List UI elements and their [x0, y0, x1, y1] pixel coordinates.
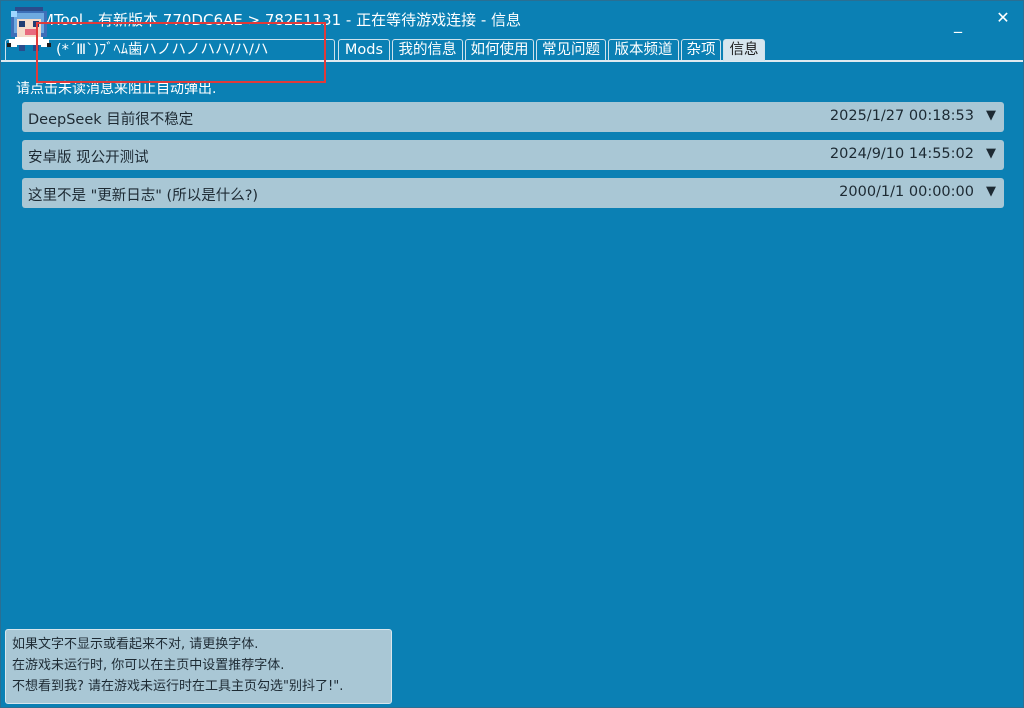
tab-info[interactable]: 信息	[723, 39, 765, 61]
tip-line-2: 在游戏未运行时, 你可以在主页中设置推荐字体.	[12, 658, 285, 673]
tab-misc[interactable]: 杂项	[681, 39, 721, 60]
minimize-button[interactable]: _	[939, 5, 979, 33]
tab-version-channel[interactable]: 版本频道	[608, 39, 679, 60]
unread-hint: 请点击未读消息来阻止自动弹出.	[16, 81, 217, 97]
tab-emote[interactable]: (*´Ⅲ`)ﾌﾞﾍﾑ歯ハノハノハハ/ハ/ハ	[5, 39, 335, 60]
window-title: MTool - 有新版本 770DC6AE > 782E1131 - 正在等待游…	[41, 11, 522, 29]
expand-arrow-icon[interactable]: ▼	[986, 184, 996, 199]
expand-arrow-icon[interactable]: ▼	[986, 108, 996, 123]
message-time: 2000/1/1 00:00:00	[839, 184, 974, 200]
message-title: 这里不是 "更新日志" (所以是什么?)	[28, 188, 259, 204]
message-time: 2025/1/27 00:18:53	[829, 108, 974, 124]
close-button[interactable]: ✕	[983, 5, 1023, 31]
minimize-icon: _	[954, 14, 962, 33]
message-row[interactable]: 这里不是 "更新日志" (所以是什么?) 2000/1/1 00:00:00 ▼	[22, 178, 1004, 208]
tab-faq[interactable]: 常见问题	[536, 39, 606, 60]
tab-my-info[interactable]: 我的信息	[392, 39, 463, 60]
message-title: DeepSeek 目前很不稳定	[28, 112, 194, 128]
title-bar[interactable]: MTool - 有新版本 770DC6AE > 782E1131 - 正在等待游…	[1, 1, 1023, 36]
tab-underline	[1, 60, 1023, 62]
mtool-window: MTool - 有新版本 770DC6AE > 782E1131 - 正在等待游…	[0, 0, 1024, 708]
close-icon: ✕	[996, 8, 1010, 27]
expand-arrow-icon[interactable]: ▼	[986, 146, 996, 161]
message-row[interactable]: 安卓版 现公开测试 2024/9/10 14:55:02 ▼	[22, 140, 1004, 170]
tab-mods[interactable]: Mods	[338, 39, 390, 60]
tip-line-3: 不想看到我? 请在游戏未运行时在工具主页勾选"别抖了!".	[12, 679, 344, 694]
message-list: DeepSeek 目前很不稳定 2025/1/27 00:18:53 ▼ 安卓版…	[22, 102, 1004, 216]
message-time: 2024/9/10 14:55:02	[829, 146, 974, 162]
message-row[interactable]: DeepSeek 目前很不稳定 2025/1/27 00:18:53 ▼	[22, 102, 1004, 132]
tab-how-to-use[interactable]: 如何使用	[465, 39, 534, 60]
font-tip-box: 如果文字不显示或看起来不对, 请更换字体. 在游戏未运行时, 你可以在主页中设置…	[5, 629, 392, 704]
mascot-icon	[7, 7, 51, 51]
tip-line-1: 如果文字不显示或看起来不对, 请更换字体.	[12, 637, 259, 652]
message-title: 安卓版 现公开测试	[28, 150, 149, 166]
